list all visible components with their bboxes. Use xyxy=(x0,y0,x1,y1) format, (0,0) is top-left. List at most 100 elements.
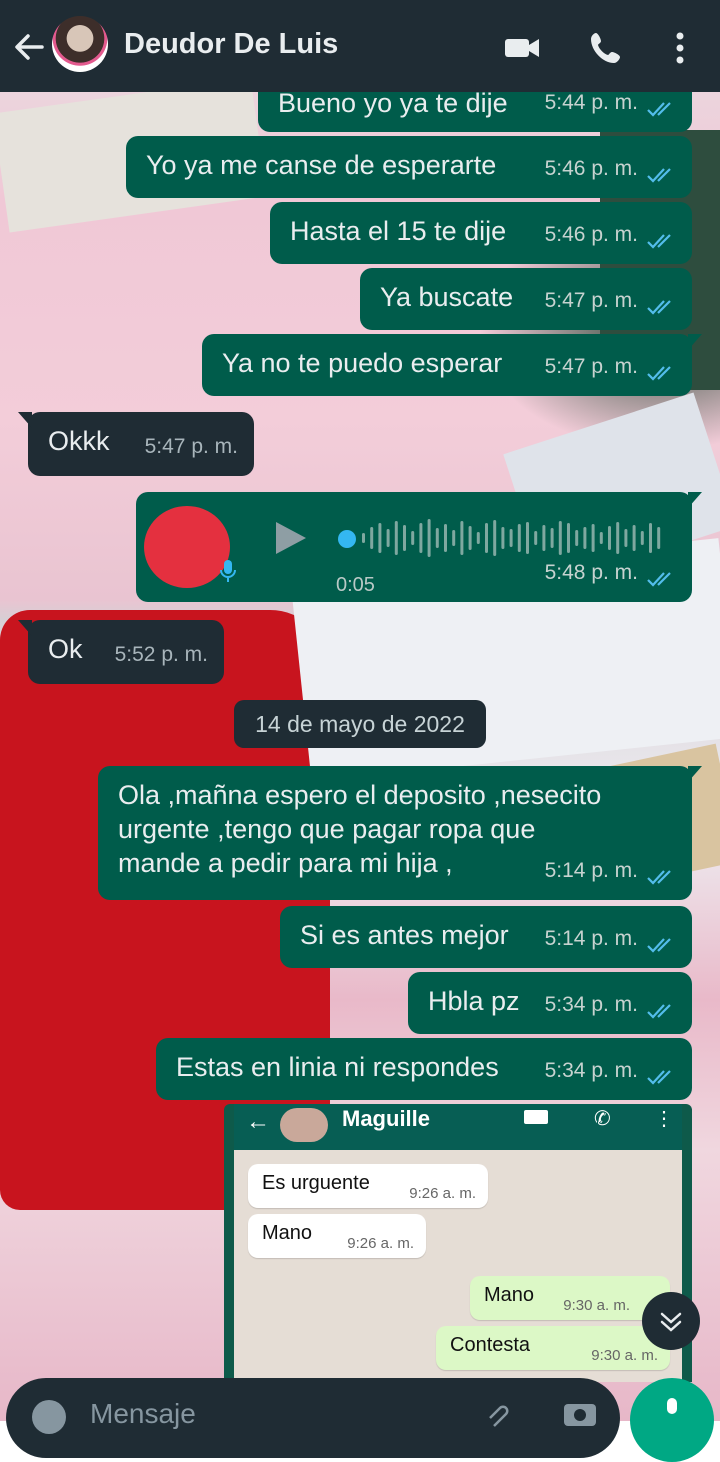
message-input[interactable]: Mensaje xyxy=(90,1398,196,1430)
message-text: Ok xyxy=(48,634,83,664)
waveform-bar xyxy=(616,522,620,554)
message-text: Mano xyxy=(262,1222,313,1244)
message-bubble-out[interactable]: Yo ya me canse de esperarte 5:46 p. m. xyxy=(126,136,692,198)
scroll-to-bottom-button[interactable] xyxy=(642,1292,700,1350)
message-time: 5:14 p. m. xyxy=(544,859,638,882)
message-bubble-out[interactable]: Hasta el 15 te dije 5:46 p. m. xyxy=(270,202,692,264)
mic-button[interactable] xyxy=(630,1378,714,1462)
message-text: Okkk xyxy=(48,426,110,456)
message-time: 9:26 a. m. xyxy=(347,1235,414,1252)
double-check-icon xyxy=(647,168,671,183)
message-text: Yo ya me canse de esperarte xyxy=(146,150,497,180)
message-time: 5:52 p. m. xyxy=(114,643,208,666)
message-text: Hasta el 15 te dije xyxy=(290,216,507,246)
message-bubble-out[interactable]: Ya buscate 5:47 p. m. xyxy=(360,268,692,330)
waveform-bar xyxy=(403,525,406,551)
message-input-container[interactable]: Mensaje xyxy=(6,1378,620,1458)
waveform-bar xyxy=(608,526,611,550)
message-time: 5:47 p. m. xyxy=(544,355,638,378)
message-time: 5:34 p. m. xyxy=(544,1059,638,1082)
message-time: 5:44 p. m. xyxy=(544,92,638,114)
avatar xyxy=(280,1108,328,1142)
waveform-bar xyxy=(485,523,488,553)
double-check-icon xyxy=(647,234,671,249)
message-time: 5:47 p. m. xyxy=(544,289,638,312)
chat-header: Deudor De Luis xyxy=(0,0,720,92)
waveform-bar xyxy=(435,528,439,548)
mic-icon xyxy=(667,1398,677,1414)
waveform-bar xyxy=(394,521,398,555)
date-separator: 14 de mayo de 2022 xyxy=(234,700,486,748)
message-text: Es urguente xyxy=(262,1172,370,1194)
message-bubble-in[interactable]: Okkk 5:47 p. m. xyxy=(18,412,254,476)
embedded-chat-header: ← Maguille ✆ ⋮ xyxy=(234,1104,682,1150)
arrow-left-icon[interactable] xyxy=(12,30,46,64)
image-message[interactable]: ← Maguille ✆ ⋮ Es urguente 9:26 a. m. Ma… xyxy=(224,1104,692,1382)
double-check-icon xyxy=(647,102,671,117)
paperclip-icon[interactable] xyxy=(482,1400,512,1430)
waveform-bar xyxy=(517,524,521,552)
message-bubble-out[interactable]: Si es antes mejor 5:14 p. m. xyxy=(280,906,692,968)
play-icon[interactable] xyxy=(270,518,310,558)
message-text: Bueno yo ya te dije xyxy=(278,92,508,118)
message-time: 5:48 p. m. xyxy=(544,561,638,584)
emoji-icon[interactable] xyxy=(32,1400,66,1434)
waveform-bar xyxy=(476,532,480,544)
waveform-bar xyxy=(419,523,423,553)
message-time: 5:47 p. m. xyxy=(144,435,238,458)
phone-icon[interactable] xyxy=(586,28,626,68)
contact-avatar[interactable] xyxy=(52,16,108,72)
message-bubble-out[interactable]: Ola ,mañna espero el deposito ,nesecito … xyxy=(98,766,702,900)
double-check-icon xyxy=(647,300,671,315)
waveform-bar xyxy=(534,531,538,545)
waveform-bar xyxy=(583,527,587,549)
message-text: Mano xyxy=(484,1284,535,1306)
message-text: Hbla pz xyxy=(428,986,520,1016)
waveform-bar xyxy=(501,527,505,549)
message-time: 5:14 p. m. xyxy=(544,927,638,950)
waveform-bar xyxy=(526,522,529,554)
voice-waveform xyxy=(362,519,661,557)
message-composer: Mensaje xyxy=(0,1378,720,1462)
waveform-bar xyxy=(567,523,570,553)
chevron-double-down-icon xyxy=(660,1312,682,1332)
message-text: Estas en linia ni respondes xyxy=(176,1052,499,1082)
message-time: 5:46 p. m. xyxy=(544,157,638,180)
waveform-bar xyxy=(370,527,374,549)
contact-name[interactable]: Deudor De Luis xyxy=(124,28,338,61)
voice-message-bubble[interactable]: 0:05 5:48 p. m. xyxy=(136,492,702,602)
waveform-bar xyxy=(640,531,644,545)
waveform-bar xyxy=(575,530,579,546)
more-vertical-icon[interactable] xyxy=(662,28,698,68)
video-call-icon[interactable] xyxy=(502,28,542,68)
double-check-icon xyxy=(647,870,671,885)
message-bubble-out[interactable]: Estas en linia ni respondes 5:34 p. m. xyxy=(156,1038,692,1100)
embedded-contact-name: Maguille xyxy=(342,1106,431,1131)
embedded-message: Contesta 9:30 a. m. xyxy=(436,1326,670,1370)
double-check-icon xyxy=(647,572,671,587)
waveform-bar xyxy=(386,529,390,547)
camera-icon[interactable] xyxy=(562,1398,598,1428)
waveform-bar xyxy=(444,524,447,552)
chat-area[interactable]: Bueno yo ya te dije 5:44 p. m. Yo ya me … xyxy=(0,92,720,1382)
message-bubble-out[interactable]: Hbla pz 5:34 p. m. xyxy=(408,972,692,1034)
waveform-bar xyxy=(624,529,628,547)
message-bubble-out[interactable]: Bueno yo ya te dije 5:44 p. m. xyxy=(258,92,692,132)
double-check-icon xyxy=(647,1004,671,1019)
message-text: Ya no te puedo esperar xyxy=(222,348,503,378)
waveform-bar xyxy=(599,532,603,544)
message-time: 9:26 a. m. xyxy=(409,1185,476,1202)
waveform-bar xyxy=(558,521,562,555)
double-check-icon xyxy=(647,366,671,381)
mic-icon xyxy=(220,560,236,582)
waveform-bar xyxy=(657,527,661,549)
message-bubble-out[interactable]: Ya no te puedo esperar 5:47 p. m. xyxy=(202,334,702,396)
message-text: Si es antes mejor xyxy=(300,920,509,950)
phone-icon: ✆ xyxy=(594,1108,611,1130)
embedded-message: Es urguente 9:26 a. m. xyxy=(248,1164,488,1208)
video-call-icon xyxy=(524,1110,548,1124)
message-text: Ya buscate xyxy=(380,282,514,312)
message-bubble-in[interactable]: Ok 5:52 p. m. xyxy=(18,620,224,684)
arrow-left-icon: ← xyxy=(246,1108,270,1135)
playback-scrubber[interactable] xyxy=(338,530,356,548)
